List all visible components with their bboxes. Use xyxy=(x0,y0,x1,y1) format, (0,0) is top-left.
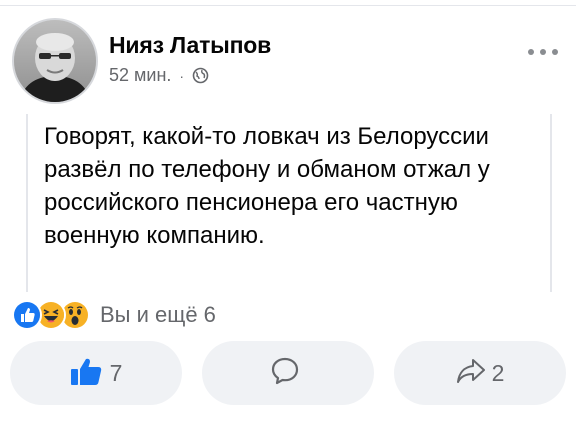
share-button[interactable]: 2 xyxy=(394,341,566,405)
post-meta: 52 мин. · xyxy=(109,65,209,86)
share-count: 2 xyxy=(491,359,505,386)
post-actions: 7 2 xyxy=(10,341,566,405)
thumbs-up-icon xyxy=(70,356,104,391)
avatar[interactable] xyxy=(12,18,98,104)
globe-icon xyxy=(192,67,209,84)
more-dot-icon xyxy=(552,49,558,55)
more-dot-icon xyxy=(528,49,534,55)
post-time[interactable]: 52 мин. xyxy=(109,65,171,86)
top-divider xyxy=(0,5,576,6)
post-text: Говорят, какой-то ловкач из Белоруссии р… xyxy=(44,123,490,249)
post-content: Говорят, какой-то ловкач из Белоруссии р… xyxy=(26,114,552,292)
like-reaction-icon xyxy=(12,300,42,330)
like-count: 7 xyxy=(109,359,123,386)
reactions-summary[interactable]: Вы и ещё 6 xyxy=(12,299,216,331)
more-dot-icon xyxy=(540,49,546,55)
share-arrow-icon xyxy=(456,357,486,390)
like-button[interactable]: 7 xyxy=(10,341,182,405)
post-header: Нияз Латыпов 52 мин. · xyxy=(12,18,564,104)
more-options-button[interactable] xyxy=(528,46,558,58)
author-name[interactable]: Нияз Латыпов xyxy=(109,32,271,59)
meta-separator: · xyxy=(179,67,185,84)
reactions-count-text: Вы и ещё 6 xyxy=(100,302,216,327)
comment-bubble-icon xyxy=(270,356,300,391)
comment-button[interactable] xyxy=(202,341,374,405)
